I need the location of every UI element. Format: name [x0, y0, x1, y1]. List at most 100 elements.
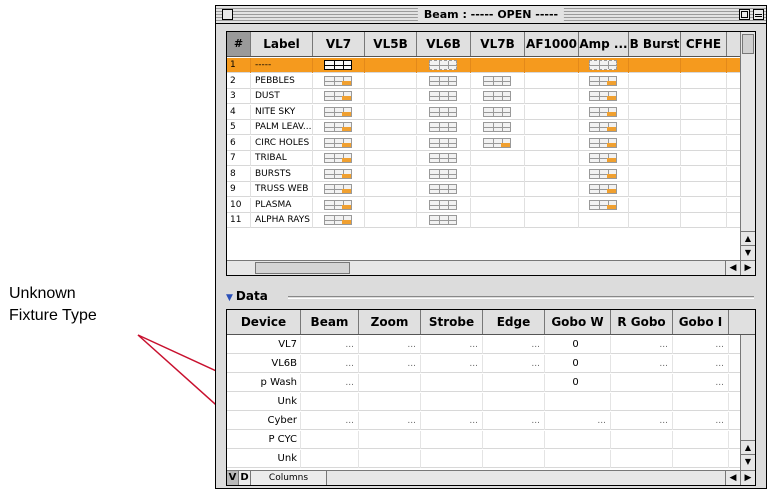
palette-cell[interactable] — [313, 166, 365, 182]
device-value-cell[interactable] — [483, 374, 545, 392]
row-label[interactable]: TRIBAL — [251, 151, 313, 166]
scroll-up-arrow-icon[interactable]: ▲ — [741, 231, 755, 245]
scroll-down-arrow-icon[interactable]: ▼ — [741, 245, 755, 259]
device-value-cell[interactable]: ... — [673, 355, 729, 373]
device-value-cell[interactable] — [545, 393, 611, 411]
palette-cell[interactable] — [365, 104, 417, 120]
disclosure-triangle-icon[interactable]: ▼ — [226, 293, 233, 303]
device-value-cell[interactable] — [483, 450, 545, 468]
palette-row[interactable]: 11 ALPHA RAYS — [227, 213, 741, 228]
palette-cell[interactable] — [629, 166, 681, 182]
device-value-cell[interactable]: ... — [359, 355, 421, 373]
palette-row[interactable]: 3 DUST — [227, 89, 741, 104]
palette-cell[interactable] — [629, 197, 681, 213]
scroll-left-arrow-icon[interactable]: ◀ — [725, 471, 740, 485]
device-value-cell[interactable]: ... — [673, 412, 729, 430]
palette-cell[interactable] — [629, 135, 681, 151]
column-header[interactable]: B Burst — [629, 32, 681, 56]
palette-cell[interactable] — [579, 73, 629, 89]
column-header[interactable]: Amp ... — [579, 32, 629, 56]
data-section-toggle[interactable]: ▼ Data — [226, 289, 268, 303]
device-row[interactable]: Unk — [227, 450, 741, 468]
device-value-cell[interactable]: 0 — [545, 374, 611, 392]
device-row[interactable]: p Wash... 0... — [227, 374, 741, 392]
device-value-cell[interactable]: 0 — [545, 355, 611, 373]
palette-cell[interactable] — [629, 104, 681, 120]
palette-cell[interactable] — [629, 73, 681, 89]
device-value-cell[interactable] — [421, 450, 483, 468]
column-header[interactable]: VL6B — [417, 32, 471, 56]
palette-cell[interactable] — [471, 182, 525, 197]
palette-cell[interactable] — [579, 104, 629, 120]
device-value-cell[interactable]: ... — [611, 336, 673, 354]
device-value-cell[interactable] — [301, 393, 359, 411]
row-label[interactable]: PEBBLES — [251, 73, 313, 89]
view-v-tab[interactable]: V — [227, 471, 239, 485]
palette-row[interactable]: 6 CIRC HOLES — [227, 135, 741, 151]
title-bar[interactable]: Beam : ----- OPEN ----- — [216, 6, 766, 24]
palette-cell[interactable] — [525, 73, 579, 89]
column-header[interactable]: Beam — [301, 310, 359, 334]
row-label[interactable]: PALM LEAV... — [251, 120, 313, 135]
palette-cell[interactable] — [313, 213, 365, 228]
zoom-box-icon[interactable] — [739, 9, 750, 20]
device-row[interactable]: Cyber..................... — [227, 412, 741, 430]
column-header[interactable]: VL7B — [471, 32, 525, 56]
palette-cell[interactable] — [629, 182, 681, 197]
palette-cell[interactable] — [681, 89, 727, 104]
device-value-cell[interactable]: ... — [483, 355, 545, 373]
device-value-cell[interactable]: ... — [421, 412, 483, 430]
device-value-cell[interactable] — [545, 450, 611, 468]
device-value-cell[interactable] — [611, 393, 673, 411]
device-value-cell[interactable] — [611, 374, 673, 392]
column-header[interactable]: AF1000 — [525, 32, 579, 56]
row-label[interactable]: TRUSS WEB — [251, 182, 313, 197]
device-value-cell[interactable]: ... — [359, 336, 421, 354]
palette-cell[interactable] — [365, 151, 417, 166]
device-vertical-scrollbar[interactable]: ▲ ▼ — [740, 335, 755, 470]
palette-vertical-scrollbar[interactable]: ▲ ▼ — [740, 32, 755, 260]
device-value-cell[interactable] — [359, 450, 421, 468]
device-value-cell[interactable] — [301, 450, 359, 468]
palette-cell[interactable] — [313, 58, 365, 73]
row-label[interactable]: ----- — [251, 58, 313, 73]
palette-cell[interactable] — [629, 120, 681, 135]
palette-row[interactable]: 2 PEBBLES — [227, 73, 741, 89]
palette-cell[interactable] — [579, 135, 629, 151]
columns-tab[interactable]: Columns — [251, 471, 327, 485]
device-row[interactable]: VL7............ 0...... — [227, 336, 741, 354]
palette-cell[interactable] — [525, 104, 579, 120]
palette-cell[interactable] — [417, 182, 471, 197]
device-value-cell[interactable]: ... — [611, 412, 673, 430]
palette-cell[interactable] — [313, 73, 365, 89]
column-header[interactable]: # — [227, 32, 251, 56]
palette-hscroll-thumb[interactable] — [255, 262, 350, 274]
device-value-cell[interactable] — [359, 393, 421, 411]
palette-cell[interactable] — [629, 58, 681, 73]
palette-cell[interactable] — [681, 197, 727, 213]
palette-cell[interactable] — [365, 135, 417, 151]
row-label[interactable]: NITE SKY — [251, 104, 313, 120]
palette-cell[interactable] — [681, 120, 727, 135]
palette-cell[interactable] — [417, 58, 471, 73]
palette-cell[interactable] — [417, 104, 471, 120]
palette-cell[interactable] — [681, 151, 727, 166]
palette-cell[interactable] — [471, 197, 525, 213]
device-value-cell[interactable]: ... — [483, 336, 545, 354]
device-value-cell[interactable]: ... — [483, 412, 545, 430]
column-header[interactable]: Strobe — [421, 310, 483, 334]
row-label[interactable]: PLASMA — [251, 197, 313, 213]
device-value-cell[interactable]: ... — [301, 336, 359, 354]
device-value-cell[interactable] — [545, 431, 611, 449]
device-value-cell[interactable]: ... — [359, 412, 421, 430]
view-d-tab[interactable]: D — [239, 471, 251, 485]
palette-row[interactable]: 10 PLASMA — [227, 197, 741, 213]
device-value-cell[interactable] — [301, 431, 359, 449]
palette-cell[interactable] — [417, 73, 471, 89]
palette-row[interactable]: 1 ----- — [227, 58, 741, 73]
palette-cell[interactable] — [313, 182, 365, 197]
palette-row[interactable]: 7 TRIBAL — [227, 151, 741, 166]
palette-cell[interactable] — [313, 151, 365, 166]
device-value-cell[interactable]: ... — [301, 374, 359, 392]
column-header[interactable]: VL7 — [313, 32, 365, 56]
